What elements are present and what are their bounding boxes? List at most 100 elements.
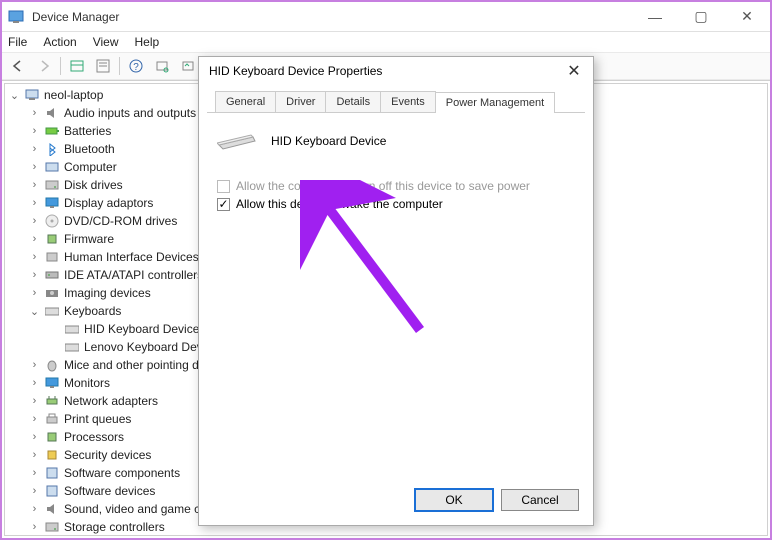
properties-dialog: HID Keyboard Device Properties ✕ General… (198, 56, 594, 526)
back-button[interactable] (6, 54, 30, 78)
ok-button[interactable]: OK (415, 489, 493, 511)
device-icon (44, 429, 60, 445)
expand-icon[interactable]: › (29, 108, 40, 119)
expand-icon[interactable]: › (29, 486, 40, 497)
expand-icon[interactable]: › (29, 414, 40, 425)
device-icon (44, 249, 60, 265)
collapse-icon[interactable]: ⌄ (9, 90, 20, 101)
tree-item-label: Security devices (64, 448, 151, 462)
device-icon (44, 501, 60, 517)
checkbox-row-wake[interactable]: ✓ Allow this device to wake the computer (217, 197, 575, 211)
device-icon (44, 159, 60, 175)
menu-help[interactable]: Help (135, 35, 160, 49)
device-icon (44, 141, 60, 157)
device-icon (44, 411, 60, 427)
tree-item-label: Audio inputs and outputs (64, 106, 196, 120)
dialog-titlebar[interactable]: HID Keyboard Device Properties ✕ (199, 57, 593, 85)
app-icon (8, 9, 24, 25)
expand-icon[interactable]: › (29, 144, 40, 155)
device-icon (44, 231, 60, 247)
menu-file[interactable]: File (8, 35, 27, 49)
tree-item-label: Software devices (64, 484, 155, 498)
device-icon (44, 285, 60, 301)
device-icon (44, 177, 60, 193)
tree-item-label: Print queues (64, 412, 131, 426)
tree-item-label: Firmware (64, 232, 114, 246)
expand-icon[interactable]: › (29, 162, 40, 173)
toolbar-properties-icon[interactable] (91, 54, 115, 78)
tree-item-label: Bluetooth (64, 142, 115, 156)
checkbox-poweroff (217, 180, 230, 193)
expand-icon[interactable]: › (29, 504, 40, 515)
tab-power-management[interactable]: Power Management (435, 92, 555, 113)
svg-text:?: ? (133, 62, 139, 73)
dialog-body: HID Keyboard Device Allow the computer t… (199, 113, 593, 225)
checkbox-row-poweroff: Allow the computer to turn off this devi… (217, 179, 575, 193)
menu-action[interactable]: Action (43, 35, 76, 49)
computer-icon (24, 87, 40, 103)
device-icon (64, 339, 80, 355)
expand-icon[interactable]: › (29, 198, 40, 209)
device-icon (44, 213, 60, 229)
device-icon (44, 447, 60, 463)
expand-icon[interactable]: › (29, 216, 40, 227)
tab-details[interactable]: Details (325, 91, 381, 112)
tree-item-label: Processors (64, 430, 124, 444)
toolbar-help-icon[interactable]: ? (124, 54, 148, 78)
device-icon (44, 483, 60, 499)
expand-icon[interactable]: › (29, 522, 40, 533)
expand-icon[interactable] (49, 342, 60, 353)
tree-item-label: HID Keyboard Device (84, 322, 199, 336)
expand-icon[interactable]: › (29, 270, 40, 281)
expand-icon[interactable]: › (29, 450, 40, 461)
expand-icon[interactable]: › (29, 396, 40, 407)
tab-general[interactable]: General (215, 91, 276, 112)
maximize-button[interactable]: ▢ (678, 2, 724, 31)
tree-item-label: DVD/CD-ROM drives (64, 214, 177, 228)
tree-item-label: Batteries (64, 124, 111, 138)
device-icon (44, 267, 60, 283)
menu-view[interactable]: View (93, 35, 119, 49)
tree-item-label: Storage controllers (64, 520, 165, 534)
expand-icon[interactable]: › (29, 126, 40, 137)
expand-icon[interactable]: › (29, 360, 40, 371)
dialog-close-button[interactable]: ✕ (559, 61, 589, 81)
toolbar-update-icon[interactable] (176, 54, 200, 78)
expand-icon[interactable]: › (29, 234, 40, 245)
checkbox-wake-label: Allow this device to wake the computer (236, 197, 443, 211)
minimize-button[interactable]: — (632, 2, 678, 31)
tree-item-label: Network adapters (64, 394, 158, 408)
tab-driver[interactable]: Driver (275, 91, 326, 112)
menu-bar: File Action View Help (2, 32, 770, 52)
checkbox-wake[interactable]: ✓ (217, 198, 230, 211)
expand-icon[interactable]: › (29, 288, 40, 299)
expand-icon[interactable] (49, 324, 60, 335)
dialog-title: HID Keyboard Device Properties (209, 64, 559, 78)
cancel-button[interactable]: Cancel (501, 489, 579, 511)
toolbar-view-icon[interactable] (65, 54, 89, 78)
tree-root-label: neol-laptop (44, 88, 103, 102)
expand-icon[interactable]: › (29, 252, 40, 263)
tab-events[interactable]: Events (380, 91, 436, 112)
tree-item-label: IDE ATA/ATAPI controllers (64, 268, 203, 282)
device-icon (44, 105, 60, 121)
expand-icon[interactable]: › (29, 180, 40, 191)
toolbar-scan-icon[interactable] (150, 54, 174, 78)
tab-strip: General Driver Details Events Power Mana… (207, 91, 585, 113)
expand-icon[interactable]: › (29, 432, 40, 443)
keyboard-icon (44, 303, 60, 319)
checkbox-poweroff-label: Allow the computer to turn off this devi… (236, 179, 530, 193)
tree-item-label: Monitors (64, 376, 110, 390)
device-icon (44, 123, 60, 139)
expand-icon[interactable]: › (29, 378, 40, 389)
device-icon (64, 321, 80, 337)
tree-item-label: Keyboards (64, 304, 121, 318)
collapse-icon[interactable]: ⌄ (29, 306, 40, 317)
tree-item-label: Computer (64, 160, 117, 174)
device-icon (44, 465, 60, 481)
expand-icon[interactable]: › (29, 468, 40, 479)
keyboard-large-icon (217, 131, 257, 151)
window-title: Device Manager (32, 10, 632, 24)
close-button[interactable]: ✕ (724, 2, 770, 31)
forward-button[interactable] (32, 54, 56, 78)
